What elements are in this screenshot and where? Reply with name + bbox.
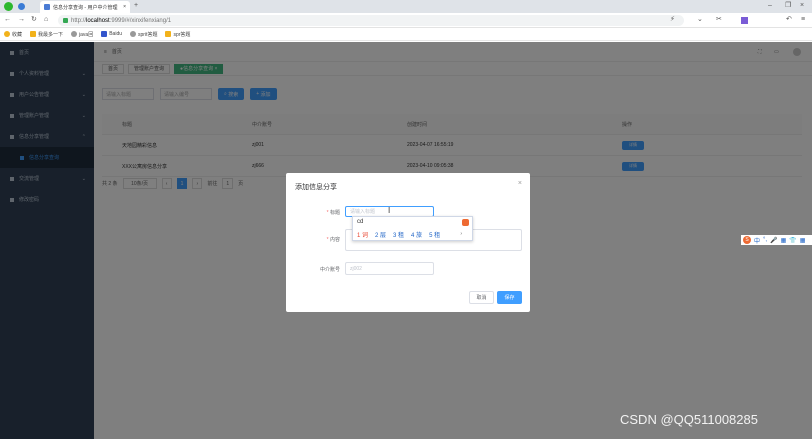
text-cursor-icon: I xyxy=(388,206,391,215)
save-button[interactable]: 保存 xyxy=(497,291,522,304)
browser-logo-icon xyxy=(4,2,13,11)
tab-favicon-icon xyxy=(44,4,50,10)
globe-icon xyxy=(71,31,78,37)
folder-icon xyxy=(30,31,37,37)
url-host: localhost xyxy=(86,17,110,24)
globe-icon xyxy=(130,31,137,37)
ime-candidate[interactable]: 3 租 xyxy=(393,230,404,239)
ime-punctuation-icon[interactable]: °, xyxy=(763,237,767,243)
minimize-icon[interactable]: – xyxy=(768,2,772,9)
sogou-logo-icon[interactable]: S xyxy=(743,236,751,244)
tab-close-icon[interactable]: × xyxy=(123,4,126,10)
cancel-button[interactable]: 取消 xyxy=(469,291,494,304)
restore-icon[interactable]: ❐ xyxy=(785,2,791,9)
sogou-logo-icon xyxy=(462,219,469,226)
watermark: CSDN @QQ511008285 xyxy=(620,412,758,427)
keyboard-icon[interactable]: ▦ xyxy=(781,237,787,244)
bookmark-item[interactable]: spr答题 xyxy=(165,31,190,38)
bookmark-item[interactable]: java回 xyxy=(71,31,93,38)
ime-status-bar: S 中 °, 🎤 ▦ 👕 ▦ xyxy=(741,235,812,245)
extension-grid-icon[interactable] xyxy=(741,17,748,24)
title-label: * 标题 xyxy=(326,210,340,216)
bookmark-favorites[interactable]: 收藏 xyxy=(4,31,22,38)
microphone-icon[interactable]: 🎤 xyxy=(770,237,777,244)
baidu-icon xyxy=(101,31,108,37)
ime-candidate[interactable]: 2 层 xyxy=(375,230,386,239)
ime-candidate[interactable]: 5 租 xyxy=(429,230,440,239)
extension-icon[interactable] xyxy=(18,3,25,10)
scissors-icon[interactable]: ✂ xyxy=(716,16,722,23)
url-scheme: http:// xyxy=(71,17,87,24)
home-icon[interactable]: ⌂ xyxy=(44,16,48,23)
url-field[interactable]: http://localhost:9999/#/xinxifenxiang/1 xyxy=(58,15,684,26)
account-input[interactable]: zj002 xyxy=(345,262,434,275)
folder-icon xyxy=(165,31,172,37)
bookmark-item[interactable]: 我最多一下 xyxy=(30,31,63,38)
ime-candidate[interactable]: 1 词 xyxy=(357,230,368,239)
ime-next-page-icon[interactable]: › xyxy=(460,231,462,237)
bookmarks-bar: 收藏 我最多一下 java回 Baidu sprit答题 spr答题 xyxy=(0,28,812,41)
ime-candidate-popup: cd 1 词 2 层 3 租 4 旅 5 租 › xyxy=(352,216,473,241)
dialog-title: 添加信息分享 xyxy=(295,184,337,191)
tab-title: 信息分享查询 - 用户中介管理 xyxy=(53,4,118,11)
skin-icon[interactable]: 👕 xyxy=(789,237,796,244)
menu-icon[interactable]: ≡ xyxy=(801,16,805,23)
secure-icon xyxy=(63,18,68,23)
ime-candidate[interactable]: 4 旅 xyxy=(411,230,422,239)
bookmark-item[interactable]: Baidu xyxy=(101,31,122,37)
new-tab-button[interactable]: + xyxy=(134,2,138,9)
browser-tab-bar: 信息分享查询 - 用户中介管理 × + – ❐ × xyxy=(0,0,812,13)
ime-candidate-list: 1 词 2 层 3 租 4 旅 5 租 xyxy=(357,230,440,239)
close-icon[interactable]: × xyxy=(518,180,522,187)
address-bar-row: ← → ↻ ⌂ http://localhost:9999/#/xinxifen… xyxy=(0,13,812,28)
ime-composition: cd xyxy=(357,219,364,225)
toolbox-icon[interactable]: ▦ xyxy=(800,237,806,244)
back-icon[interactable]: ← xyxy=(4,16,11,23)
close-window-icon[interactable]: × xyxy=(800,2,804,9)
account-label: 中介账号 xyxy=(319,267,340,273)
forward-icon[interactable]: → xyxy=(18,16,25,23)
url-path: :9999/#/xinxifenxiang/1 xyxy=(109,17,172,24)
bookmark-item[interactable]: sprit答题 xyxy=(130,31,157,38)
star-icon xyxy=(4,31,10,37)
ime-mode-chinese[interactable]: 中 xyxy=(754,236,760,245)
reload-icon[interactable]: ↻ xyxy=(31,16,37,23)
chevron-down-icon[interactable]: ⌄ xyxy=(697,16,703,23)
browser-tab[interactable]: 信息分享查询 - 用户中介管理 × xyxy=(40,1,130,13)
lightning-icon[interactable]: ⚡ xyxy=(670,16,675,23)
content-label: * 内容 xyxy=(326,237,340,243)
undo-icon[interactable]: ↶ xyxy=(786,16,792,23)
